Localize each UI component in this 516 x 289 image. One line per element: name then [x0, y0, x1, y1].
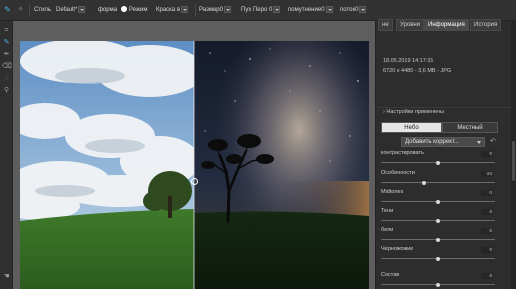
slider-label: бели	[381, 227, 394, 233]
chevron-down-icon	[359, 6, 367, 13]
brush-mode-icon[interactable]: ✎	[3, 5, 12, 14]
slider-track[interactable]	[381, 199, 495, 204]
slider-knob[interactable]	[436, 237, 440, 242]
flow-control[interactable]: поток0	[340, 6, 367, 15]
slider-knob[interactable]	[436, 160, 440, 165]
chevron-right-icon: ›	[383, 109, 385, 115]
tab-levels[interactable]: Уровни	[396, 19, 425, 31]
slider-knob[interactable]	[436, 256, 440, 261]
brush-icon[interactable]: ✎	[2, 38, 11, 47]
style-dropdown[interactable]: Default*	[56, 6, 86, 15]
chevron-down-icon	[325, 6, 333, 13]
chevron-down-icon	[181, 6, 189, 13]
zoom-icon[interactable]: ⚲	[2, 86, 11, 95]
slider-value[interactable]: 0	[481, 247, 493, 253]
slider-value[interactable]: 0	[481, 151, 493, 157]
crop-icon[interactable]: ⌗	[2, 26, 11, 35]
slider-label: Состав	[381, 272, 400, 278]
chevron-down-icon	[223, 6, 231, 13]
slider-value[interactable]: 0	[481, 228, 493, 234]
photo-preview[interactable]	[20, 41, 369, 289]
tab-layers[interactable]: не	[378, 19, 393, 31]
toolbar-divider	[29, 4, 30, 17]
slider-track[interactable]	[381, 282, 495, 287]
eraser-icon[interactable]: ⌫	[2, 62, 12, 71]
right-panel: не Уровни Информация История 18.05.2019 …	[375, 19, 516, 289]
slider-label: Особенности	[381, 170, 415, 176]
slider-track[interactable]	[381, 160, 495, 165]
split-handle-icon[interactable]	[191, 178, 198, 185]
slider-value[interactable]: 0	[481, 209, 493, 215]
slider-track[interactable]	[381, 237, 495, 242]
mode-dropdown[interactable]: Краска в	[156, 6, 189, 15]
size-control[interactable]: Размер0	[199, 6, 231, 15]
chevron-down-icon	[477, 141, 481, 144]
capture-date: 18.05.2019 14:17:31	[383, 58, 434, 64]
slider-knob[interactable]	[436, 199, 440, 204]
chevron-down-icon	[78, 6, 86, 13]
slider-knob[interactable]	[436, 218, 440, 223]
add-correction-dropdown[interactable]: Добавить коррект...	[401, 137, 485, 147]
chevron-down-icon	[273, 6, 281, 13]
local-mask-button[interactable]: Местный	[442, 122, 498, 133]
slider-knob[interactable]	[436, 282, 440, 287]
feather-control[interactable]: Пух Перо 0	[241, 6, 281, 15]
brush-shape-icon	[121, 6, 127, 13]
slider-label: контрастировать	[381, 150, 424, 156]
scrollbar-thumb[interactable]	[512, 141, 515, 181]
slider-track[interactable]	[381, 256, 495, 261]
tab-info[interactable]: Информация	[424, 19, 469, 31]
mode-selector[interactable]: Режим	[121, 6, 148, 15]
clone-icon[interactable]: ◌	[2, 74, 11, 83]
slider-value[interactable]: 0	[481, 273, 493, 279]
opacity-control[interactable]: помутнение0	[288, 6, 333, 15]
before-after-image	[20, 41, 369, 289]
applied-settings-header[interactable]: › Настройки применены	[378, 107, 510, 117]
toolbar-divider	[195, 4, 196, 17]
masking-tool-icon[interactable]: ✧	[16, 5, 25, 14]
slider-knob[interactable]	[422, 180, 427, 185]
slider-label: Тени	[381, 208, 394, 214]
slider-track[interactable]	[381, 180, 495, 185]
canvas-area[interactable]	[13, 21, 375, 289]
image-details: 6720 x 4480 - 3,6 MB - JPG	[383, 68, 452, 74]
hand-icon[interactable]: ☚	[2, 272, 11, 281]
tab-history[interactable]: История	[470, 19, 502, 31]
slider-value[interactable]: 0	[481, 190, 493, 196]
panel-scrollbar[interactable]	[511, 21, 516, 289]
tool-strip: ⌗ ✎ ✒ ⌫ ◌ ⚲ ☚	[0, 21, 13, 289]
slider-label: Midtones	[381, 189, 404, 195]
style-label: Стиль	[34, 7, 52, 13]
pen-icon[interactable]: ✒	[2, 50, 11, 59]
slider-track[interactable]	[381, 218, 495, 223]
slider-label: Черножожие	[381, 246, 414, 252]
reset-icon[interactable]: ↶	[490, 137, 496, 145]
form-label: форма	[98, 7, 118, 13]
top-toolbar: ✎ ✧ Стиль Default* форма Режим Краска в …	[0, 0, 516, 21]
slider-value[interactable]: -24	[481, 171, 493, 177]
sky-mask-button[interactable]: Небо	[381, 122, 442, 133]
